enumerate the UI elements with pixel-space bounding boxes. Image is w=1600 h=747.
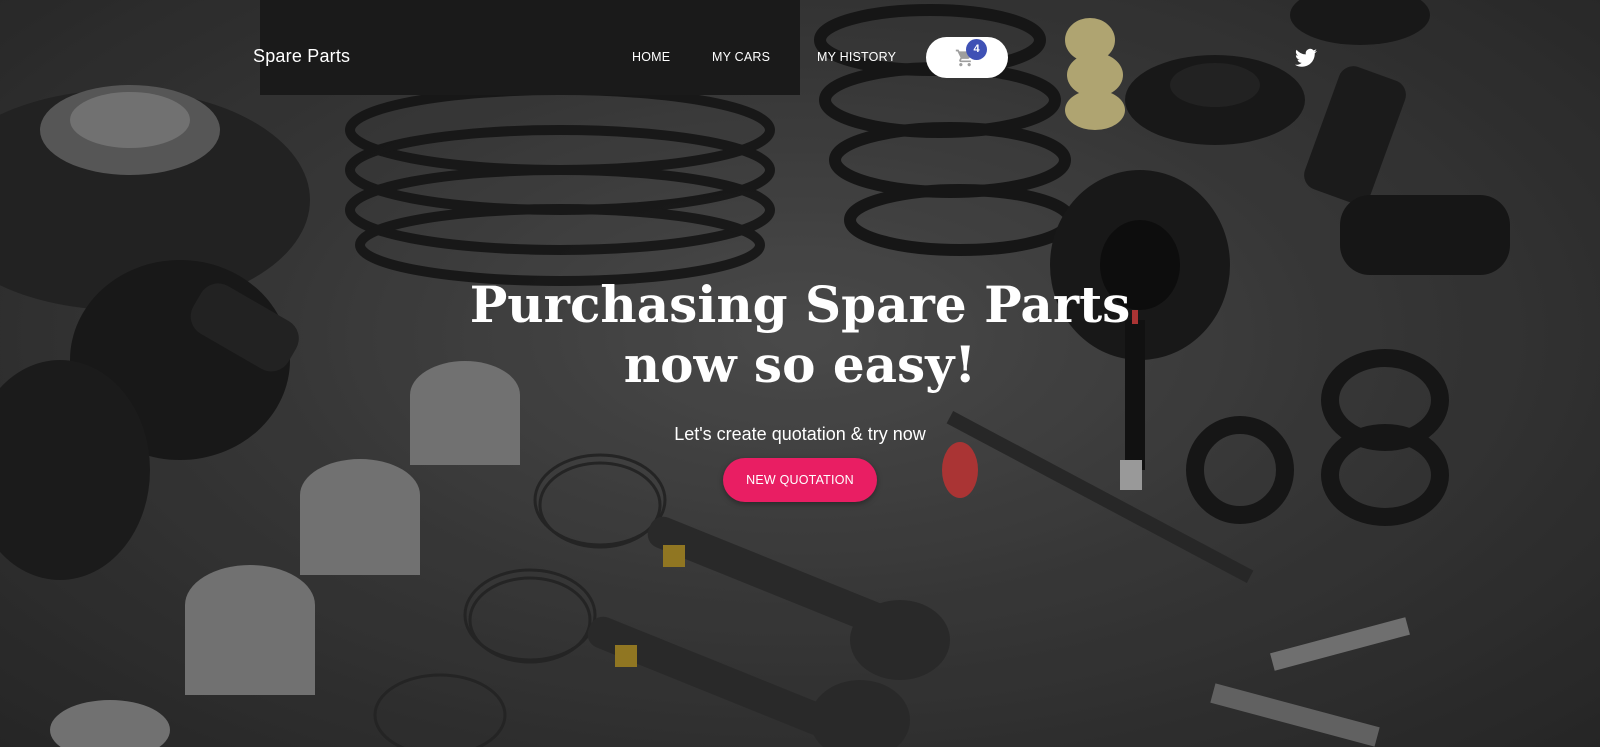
- hero-title: Purchasing Spare Parts now so easy!: [400, 275, 1200, 395]
- hero-subtitle: Let's create quotation & try now: [674, 424, 926, 444]
- cart-button[interactable]: 4: [926, 37, 1008, 78]
- hero-title-line-2: now so easy!: [623, 335, 977, 394]
- nav-link-my-history[interactable]: MY HISTORY: [817, 50, 896, 64]
- top-navbar: Spare Parts HOME MY CARS MY HISTORY 4: [0, 0, 1600, 115]
- cart-count-badge: 4: [966, 39, 987, 60]
- hero-title-line-1: Purchasing Spare Parts: [469, 275, 1131, 334]
- brand-logo-text[interactable]: Spare Parts: [253, 46, 350, 67]
- nav-link-my-cars[interactable]: MY CARS: [712, 50, 770, 64]
- new-quotation-button[interactable]: NEW QUOTATION: [723, 458, 877, 502]
- nav-link-home[interactable]: HOME: [632, 50, 670, 64]
- twitter-icon[interactable]: [1295, 48, 1317, 68]
